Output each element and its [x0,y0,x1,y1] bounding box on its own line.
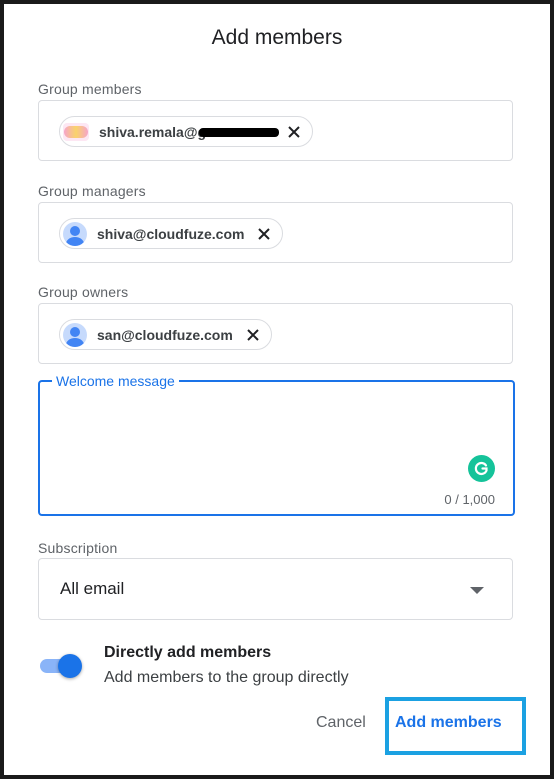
grammarly-icon[interactable] [468,455,495,482]
toggle-thumb [58,654,82,678]
close-icon[interactable] [286,124,302,140]
subscription-label: Subscription [38,540,118,556]
member-chip-email: shiva.remala@g [99,124,279,140]
close-icon[interactable] [245,327,261,343]
group-managers-label: Group managers [38,183,146,199]
add-members-button[interactable]: Add members [395,714,502,732]
group-managers-field[interactable]: shiva@cloudfuze.com [38,202,513,263]
member-chip: shiva.remala@g [59,116,313,147]
welcome-message-label: Welcome message [52,373,179,389]
direct-add-toggle[interactable] [38,654,84,678]
group-members-field[interactable]: shiva.remala@g [38,100,513,161]
logo-image [63,122,89,141]
direct-add-description: Add members to the group directly [104,669,349,686]
cancel-button[interactable]: Cancel [316,714,366,732]
character-counter: 0 / 1,000 [444,492,495,507]
default-person-avatar [63,221,87,246]
manager-chip: shiva@cloudfuze.com [59,218,284,249]
owner-chip: san@cloudfuze.com [59,319,272,350]
dropdown-arrow-icon [470,587,484,594]
redaction-bar [199,127,279,137]
welcome-message-field: Welcome message 0 / 1,000 [38,373,515,516]
group-owners-label: Group owners [38,284,129,300]
direct-add-title: Directly add members [104,644,272,661]
manager-chip-email: shiva@cloudfuze.com [97,225,245,242]
subscription-select[interactable]: All email [38,558,513,620]
dialog-title: Add members [211,26,343,49]
group-members-label: Group members [38,81,142,97]
owner-chip-email: san@cloudfuze.com [97,326,233,343]
close-icon[interactable] [256,226,272,242]
group-owners-field[interactable]: san@cloudfuze.com [38,303,513,364]
subscription-selected-value: All email [60,579,125,598]
add-members-dialog: Add members Group members shiva.remala@g… [0,0,554,779]
default-person-avatar [63,322,87,347]
welcome-message-input[interactable] [50,396,470,466]
